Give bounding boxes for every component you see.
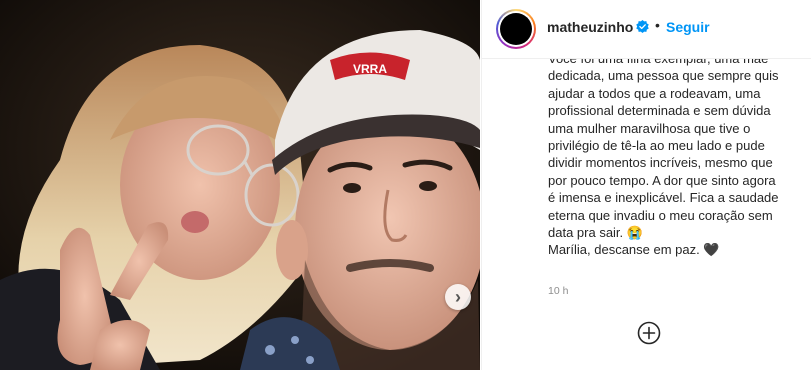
cap-logo-text: VRRA <box>353 62 387 76</box>
verified-badge-icon <box>636 20 649 33</box>
caption-line: dividir momentos incríveis, mesmo que <box>548 155 773 171</box>
post-caption: Você foi uma filha exemplar, uma mãe ded… <box>548 50 796 259</box>
caption-line: uma mulher maravilhosa que tive o <box>548 120 751 136</box>
post-header: matheuzinho • Seguir <box>482 0 811 59</box>
caption-line: por pouco tempo. A dor que sinto agora <box>548 172 776 188</box>
post-sidebar: Você foi uma filha exemplar, uma mãe ded… <box>481 0 811 370</box>
caption-line: profissional determinada e sem dúvida <box>548 103 771 119</box>
avatar-story-ring[interactable] <box>496 9 536 49</box>
caption-line: ajudar a todos que a rodeavam, uma <box>548 85 761 101</box>
chevron-right-icon: › <box>455 286 461 307</box>
caption-line: eterna que invadiu o meu coração sem <box>548 207 773 223</box>
separator-dot: • <box>655 17 660 33</box>
post-image: VRRA › <box>0 0 480 370</box>
username-link[interactable]: matheuzinho <box>547 19 633 35</box>
caption-line: Marília, descanse em paz. 🖤 <box>548 242 720 258</box>
next-image-button[interactable]: › <box>445 284 471 310</box>
caption-line: privilégio de tê-la ao meu lado e pude <box>548 138 765 154</box>
caption-line: é imensa e inexplicável. Fica a saudade <box>548 190 779 206</box>
avatar <box>500 13 532 45</box>
caption-line: dedicada, uma pessoa que sempre quis <box>548 68 779 84</box>
selfie-photo: VRRA <box>0 0 480 370</box>
caption-line: data pra sair. 😭 <box>548 225 643 241</box>
follow-button[interactable]: Seguir <box>666 19 710 35</box>
plus-circle-icon[interactable] <box>637 321 661 345</box>
post-timestamp[interactable]: 10 h <box>548 285 568 297</box>
